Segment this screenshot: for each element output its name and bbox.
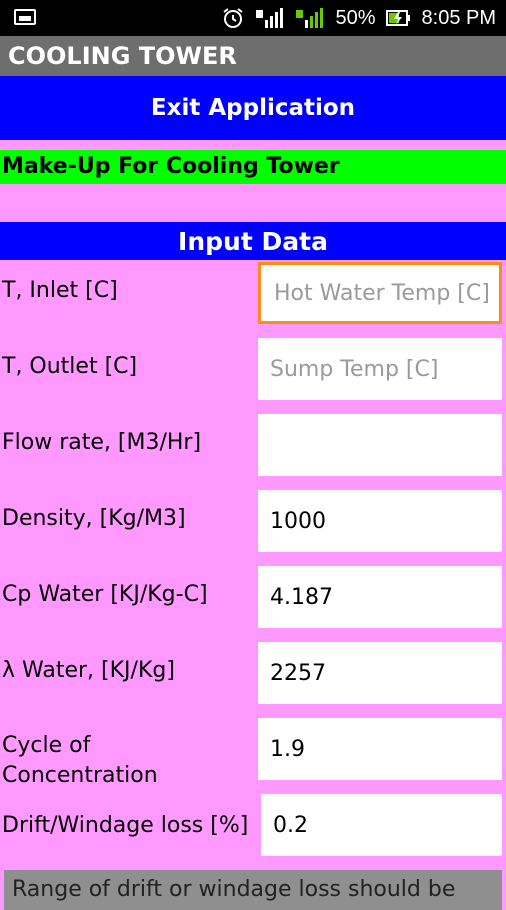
lambda-water-input[interactable] bbox=[258, 642, 502, 704]
label-cycle-of-concentration: Cycle of Concentration bbox=[2, 731, 158, 791]
signal-icon bbox=[255, 6, 285, 30]
label-t-inlet: T, Inlet [C] bbox=[2, 278, 118, 303]
label-cp-water: Cp Water [KJ/Kg-C] bbox=[2, 582, 208, 607]
label-lambda-water: λ Water, [KJ/Kg] bbox=[2, 658, 175, 683]
cycle-of-concentration-input[interactable] bbox=[258, 718, 502, 780]
cp-water-input[interactable] bbox=[258, 566, 502, 628]
battery-charging-icon bbox=[385, 6, 412, 30]
image-icon bbox=[14, 9, 36, 25]
app-title: COOLING TOWER bbox=[0, 36, 506, 76]
alarm-icon bbox=[221, 6, 245, 30]
label-line-2: Concentration bbox=[2, 763, 158, 788]
status-right-group: 50% 8:05 PM bbox=[221, 0, 496, 36]
section-header-input-data: Input Data bbox=[0, 222, 506, 260]
flow-rate-input[interactable] bbox=[258, 414, 502, 476]
signal-icon bbox=[295, 6, 325, 30]
drift-windage-loss-input[interactable] bbox=[261, 794, 502, 856]
status-bar: 50% 8:05 PM bbox=[0, 0, 506, 36]
t-outlet-input[interactable] bbox=[258, 338, 502, 400]
label-drift-windage-loss: Drift/Windage loss [%] bbox=[2, 813, 249, 838]
exit-application-label: Exit Application bbox=[150, 95, 356, 121]
label-t-outlet: T, Outlet [C] bbox=[2, 354, 138, 379]
subtitle-strip: Make-Up For Cooling Tower bbox=[0, 150, 506, 184]
density-input[interactable] bbox=[258, 490, 502, 552]
label-line-1: Cycle of bbox=[2, 733, 91, 758]
t-inlet-input[interactable] bbox=[258, 262, 502, 324]
label-density: Density, [Kg/M3] bbox=[2, 506, 186, 531]
status-time: 8:05 PM bbox=[421, 6, 496, 29]
exit-application-button[interactable]: Exit Application bbox=[0, 76, 506, 140]
label-flow-rate: Flow rate, [M3/Hr] bbox=[2, 430, 202, 455]
drift-range-note: Range of drift or windage loss should be bbox=[4, 870, 502, 910]
battery-percent: 50% bbox=[335, 6, 376, 29]
